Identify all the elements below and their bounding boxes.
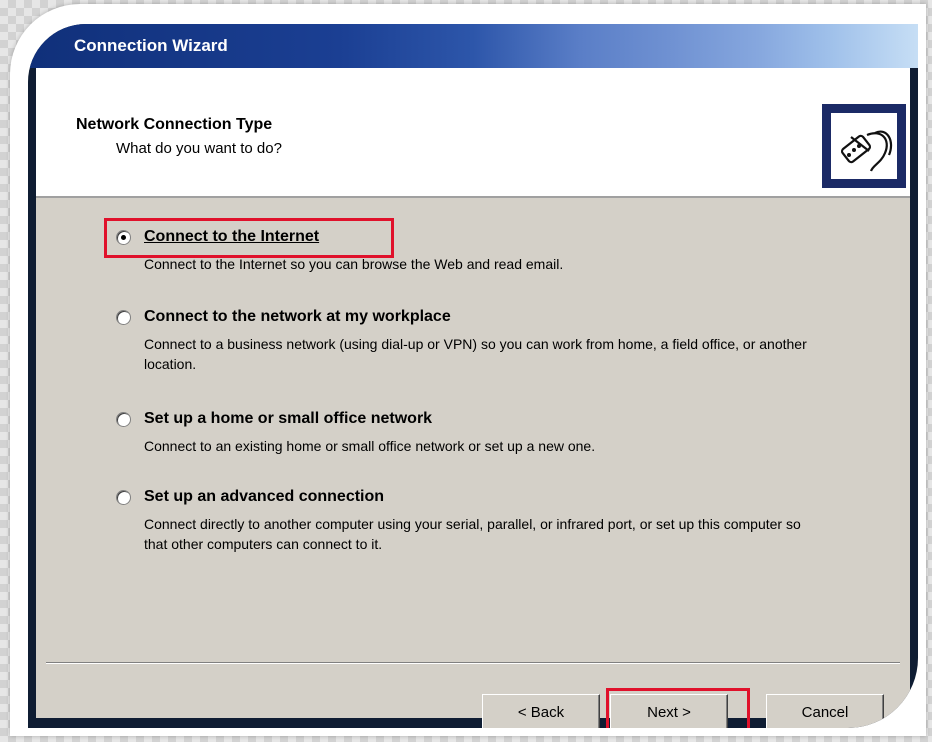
wizard-window: Connection Wizard Network Connection Typ… bbox=[28, 24, 918, 728]
selection-highlight-box bbox=[104, 218, 394, 258]
window-title: Connection Wizard bbox=[74, 36, 228, 55]
next-highlight-box bbox=[606, 688, 750, 728]
option-description: Connect to an existing home or small off… bbox=[144, 438, 596, 454]
radio-advanced-connection[interactable] bbox=[116, 490, 131, 505]
option-description: Connect directly to another computer usi… bbox=[144, 516, 801, 552]
wizard-client-area: Network Connection Type What do you want… bbox=[36, 68, 910, 728]
back-button[interactable]: < Back bbox=[482, 694, 600, 728]
option-label[interactable]: Connect to the network at my workplace bbox=[144, 308, 451, 326]
title-bar[interactable]: Connection Wizard bbox=[28, 24, 918, 68]
button-divider bbox=[46, 662, 900, 664]
options-group: Connect to the Internet Connect to the I… bbox=[36, 68, 910, 718]
radio-home-network[interactable] bbox=[116, 412, 131, 427]
option-label[interactable]: Set up an advanced connection bbox=[144, 488, 384, 506]
cancel-button[interactable]: Cancel bbox=[766, 694, 884, 728]
option-label[interactable]: Set up a home or small office network bbox=[144, 410, 432, 428]
radio-connect-workplace[interactable] bbox=[116, 310, 131, 325]
option-description: Connect to a business network (using dia… bbox=[144, 336, 807, 372]
